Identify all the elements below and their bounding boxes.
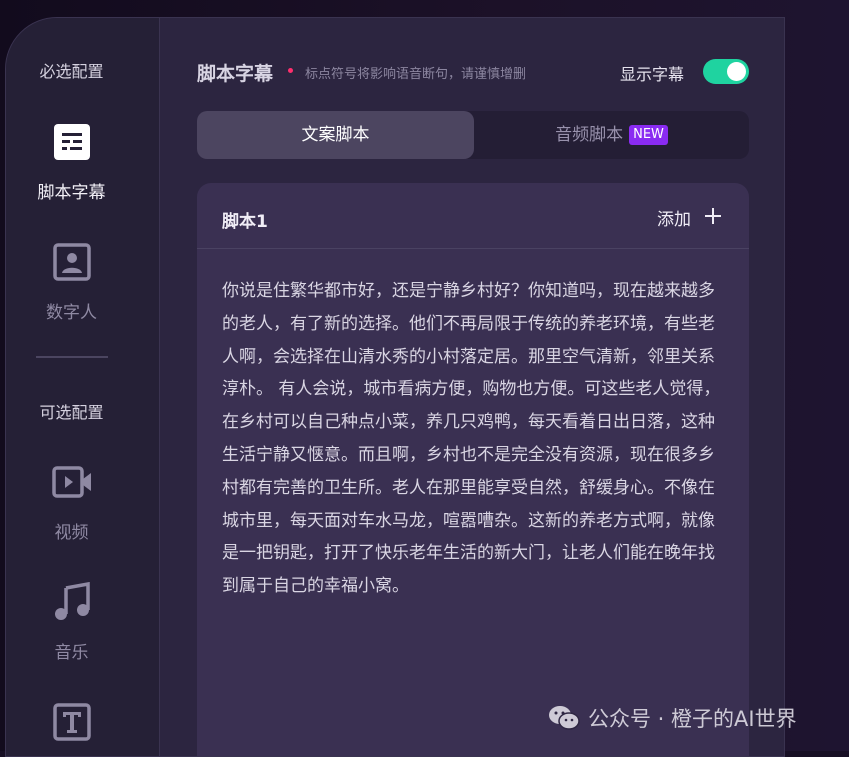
sidebar-item-avatar[interactable]: 数字人 <box>6 242 137 323</box>
editor-panel: 必选配置 脚本字幕 数字人 可选配置 视频 音乐 脚本字幕 标点符号将影响语音断… <box>5 17 785 757</box>
script-subtitle-panel: 脚本字幕 标点符号将影响语音断句，请谨慎增删 显示字幕 文案脚本 音频脚本 NEW… <box>160 18 784 756</box>
plus-icon <box>705 208 721 224</box>
show-subtitle-label: 显示字幕 <box>620 65 685 84</box>
page-title: 脚本字幕 <box>197 63 274 85</box>
sidebar-item-text[interactable] <box>6 702 137 742</box>
sidebar-divider <box>36 356 108 358</box>
add-script-button[interactable]: 添加 <box>657 205 721 230</box>
watermark-text: 公众号 · 橙子的AI世界 <box>588 707 797 731</box>
sidebar-item-label: 音乐 <box>54 643 89 663</box>
script-type-tabs: 文案脚本 音频脚本 NEW <box>197 111 749 159</box>
toggle-knob <box>727 62 746 81</box>
script-text-editor[interactable]: 你说是住繁华都市好，还是宁静乡村好？你知道吗，现在越来越多的老人，有了新的选择。… <box>222 275 727 603</box>
sidebar-item-music[interactable]: 音乐 <box>6 581 137 663</box>
show-subtitle-toggle[interactable] <box>703 59 749 84</box>
optional-config-heading: 可选配置 <box>39 403 104 422</box>
tab-audio-script[interactable]: 音频脚本 NEW <box>474 111 749 159</box>
wechat-icon <box>548 705 580 731</box>
sidebar-item-script[interactable]: 脚本字幕 <box>6 122 137 203</box>
script-card: 脚本1 添加 你说是住繁华都市好，还是宁静乡村好？你知道吗，现在越来越多的老人，… <box>197 183 749 756</box>
punctuation-hint: 标点符号将影响语音断句，请谨慎增删 <box>305 67 527 82</box>
tab-label: 音频脚本 <box>555 125 624 145</box>
script-card-header: 脚本1 添加 <box>197 183 749 249</box>
avatar-icon <box>52 242 92 282</box>
new-badge: NEW <box>629 125 668 145</box>
script-card-title: 脚本1 <box>222 212 268 232</box>
required-dot <box>288 68 293 73</box>
sidebar-item-label: 脚本字幕 <box>37 183 106 203</box>
sidebar-item-video[interactable]: 视频 <box>6 462 137 543</box>
required-config-heading: 必选配置 <box>39 62 104 81</box>
text-icon <box>52 702 92 742</box>
music-icon <box>52 581 92 622</box>
tab-label: 文案脚本 <box>301 125 370 145</box>
video-icon <box>51 462 92 502</box>
sidebar-item-label: 数字人 <box>46 303 97 323</box>
add-label: 添加 <box>657 210 691 230</box>
sidebar-item-label: 视频 <box>54 523 89 543</box>
tab-text-script[interactable]: 文案脚本 <box>197 111 474 159</box>
script-icon <box>52 122 92 162</box>
config-sidebar: 必选配置 脚本字幕 数字人 可选配置 视频 音乐 <box>6 18 160 756</box>
